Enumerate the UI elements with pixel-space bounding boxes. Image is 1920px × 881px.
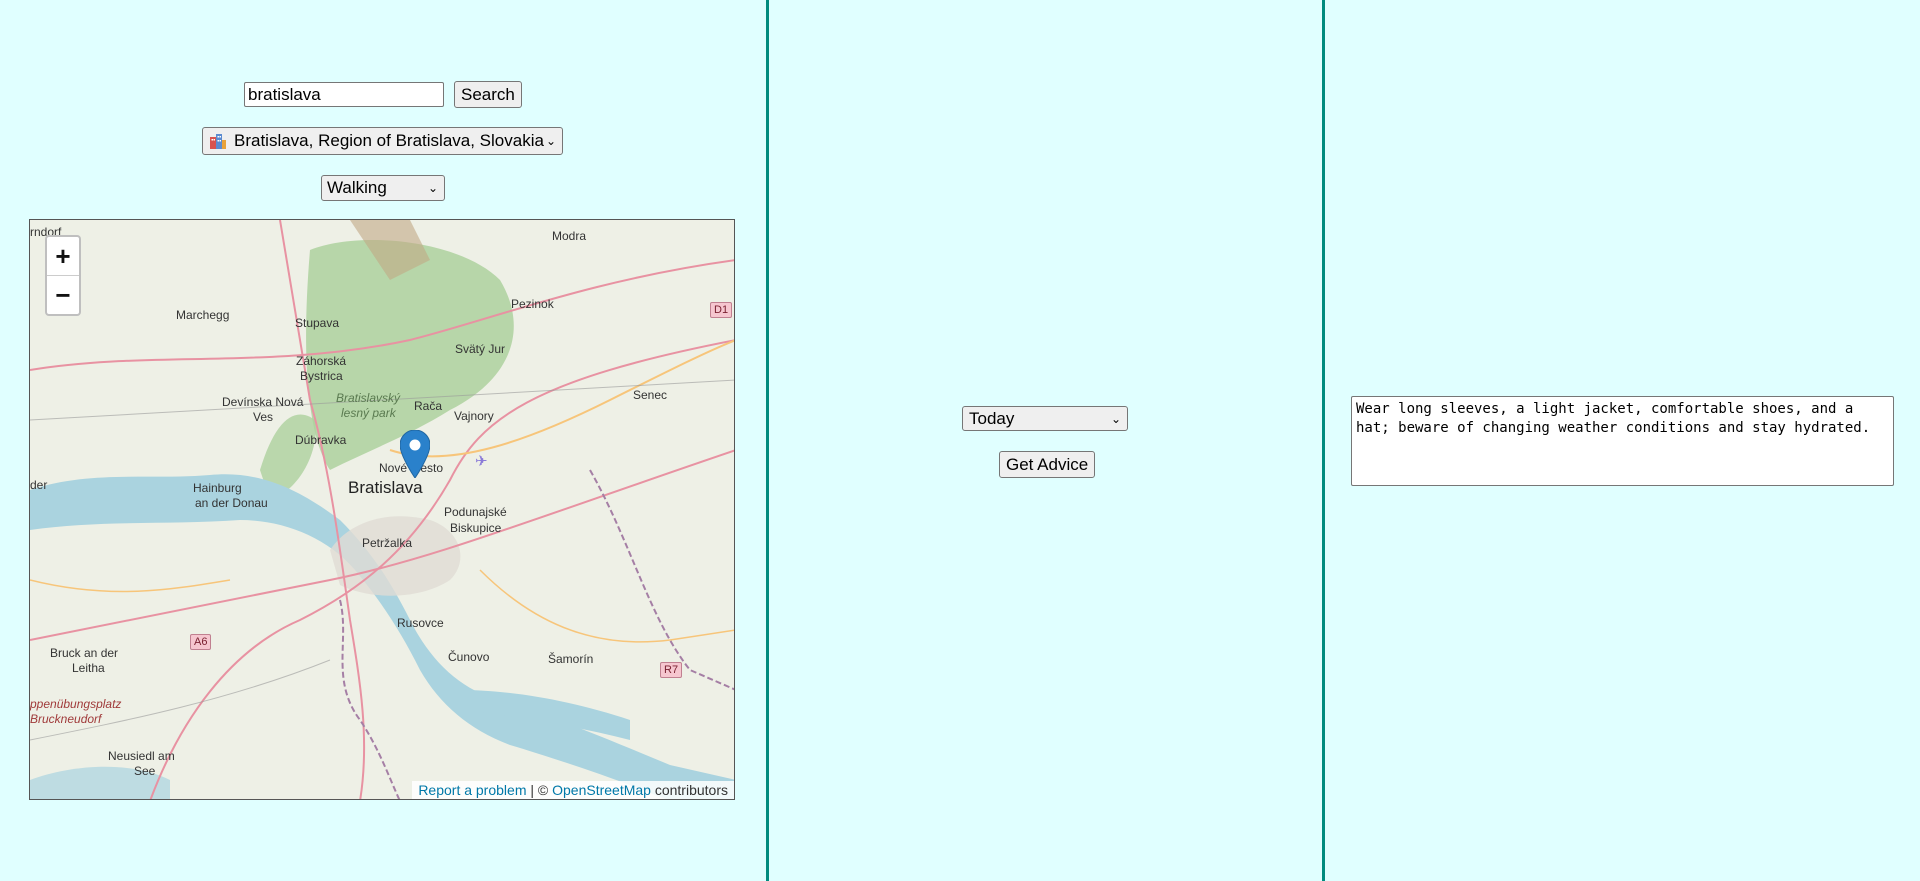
chevron-down-icon: ⌄ (1110, 411, 1121, 426)
map-label: an der Donau (195, 496, 268, 510)
map-label: Bruck an der (50, 646, 119, 660)
search-button[interactable]: Search (454, 81, 522, 108)
map-label: Stupava (295, 316, 340, 330)
zoom-control: + − (45, 235, 81, 316)
map-attribution: Report a problem | © OpenStreetMap contr… (412, 781, 734, 799)
map-label: Hainburg (193, 481, 242, 495)
get-advice-button[interactable]: Get Advice (999, 451, 1096, 478)
map-label: Čunovo (448, 650, 490, 664)
map-label: lesný park (341, 406, 396, 420)
openstreetmap-link[interactable]: OpenStreetMap (552, 782, 651, 798)
map-label: Pezinok (511, 297, 554, 311)
day-select[interactable]: Today ⌄ (962, 406, 1128, 431)
map-label: Senec (633, 388, 668, 402)
map-label: Marchegg (176, 308, 230, 322)
road-shield: D1 (710, 302, 733, 318)
map-label: Biskupice (450, 521, 502, 535)
middle-panel (769, 0, 1322, 881)
travel-mode-select[interactable]: Walking ⌄ (321, 175, 445, 201)
map-label: Záhorská (296, 354, 347, 368)
map-label: Neusiedl am (108, 749, 175, 763)
map[interactable]: Bratislava Nové Mesto Rača Vajnory Petrž… (29, 219, 735, 800)
map-label: Bystrica (300, 369, 343, 383)
zoom-in-button[interactable]: + (47, 237, 79, 276)
map-marker-icon[interactable] (400, 430, 430, 478)
location-select[interactable]: Bratislava, Region of Bratislava, Slovak… (202, 127, 563, 155)
map-label: Leitha (72, 661, 105, 675)
map-label: Bruckneudorf (30, 712, 102, 726)
map-label: Petržalka (362, 536, 413, 550)
location-select-value: Bratislava, Region of Bratislava, Slovak… (234, 131, 544, 150)
attribution-separator: | © (526, 782, 553, 798)
map-label: Devínska Nová (222, 395, 304, 409)
map-label: Dúbravka (295, 433, 347, 447)
advice-textarea[interactable]: Wear long sleeves, a light jacket, comfo… (1351, 396, 1894, 486)
map-label: Ves (253, 410, 274, 424)
road-shield: A6 (190, 634, 212, 650)
map-label: Rusovce (397, 616, 444, 630)
map-label: ppenübungsplatz (30, 697, 122, 711)
attribution-suffix: contributors (650, 782, 728, 798)
zoom-out-button[interactable]: − (47, 276, 79, 314)
report-problem-link[interactable]: Report a problem (418, 782, 526, 798)
day-select-value: Today (969, 408, 1015, 428)
search-input[interactable] (244, 82, 444, 107)
city-icon (209, 132, 227, 150)
map-label: Rača (414, 399, 443, 413)
search-row: Search (244, 81, 522, 108)
chevron-down-icon: ⌄ (427, 181, 438, 195)
map-label: See (134, 764, 156, 778)
map-label: Podunajské (444, 505, 507, 519)
map-label: der (30, 478, 48, 492)
airport-icon: ✈ (475, 453, 488, 470)
map-tiles (30, 220, 734, 799)
map-label-bratislava: Bratislava (348, 478, 423, 497)
map-label: Vajnory (454, 409, 494, 423)
map-label: Modra (552, 229, 587, 243)
map-label: Svätý Jur (455, 342, 506, 356)
travel-mode-value: Walking (327, 178, 387, 197)
chevron-down-icon: ⌄ (545, 134, 556, 148)
map-label: Šamorín (548, 652, 594, 666)
map-label: Bratislavský (336, 391, 401, 405)
road-shield: R7 (660, 662, 683, 678)
